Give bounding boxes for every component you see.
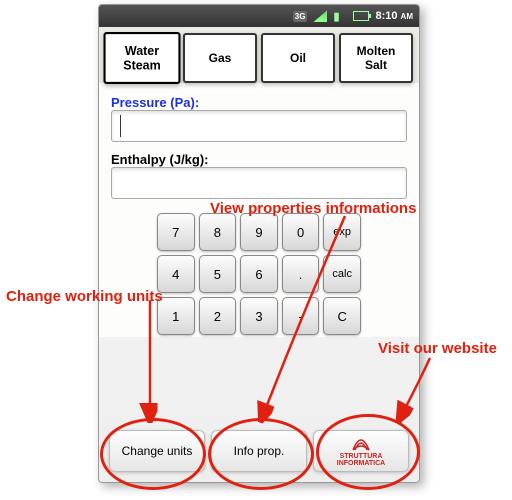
annotation-arrows (0, 0, 512, 500)
